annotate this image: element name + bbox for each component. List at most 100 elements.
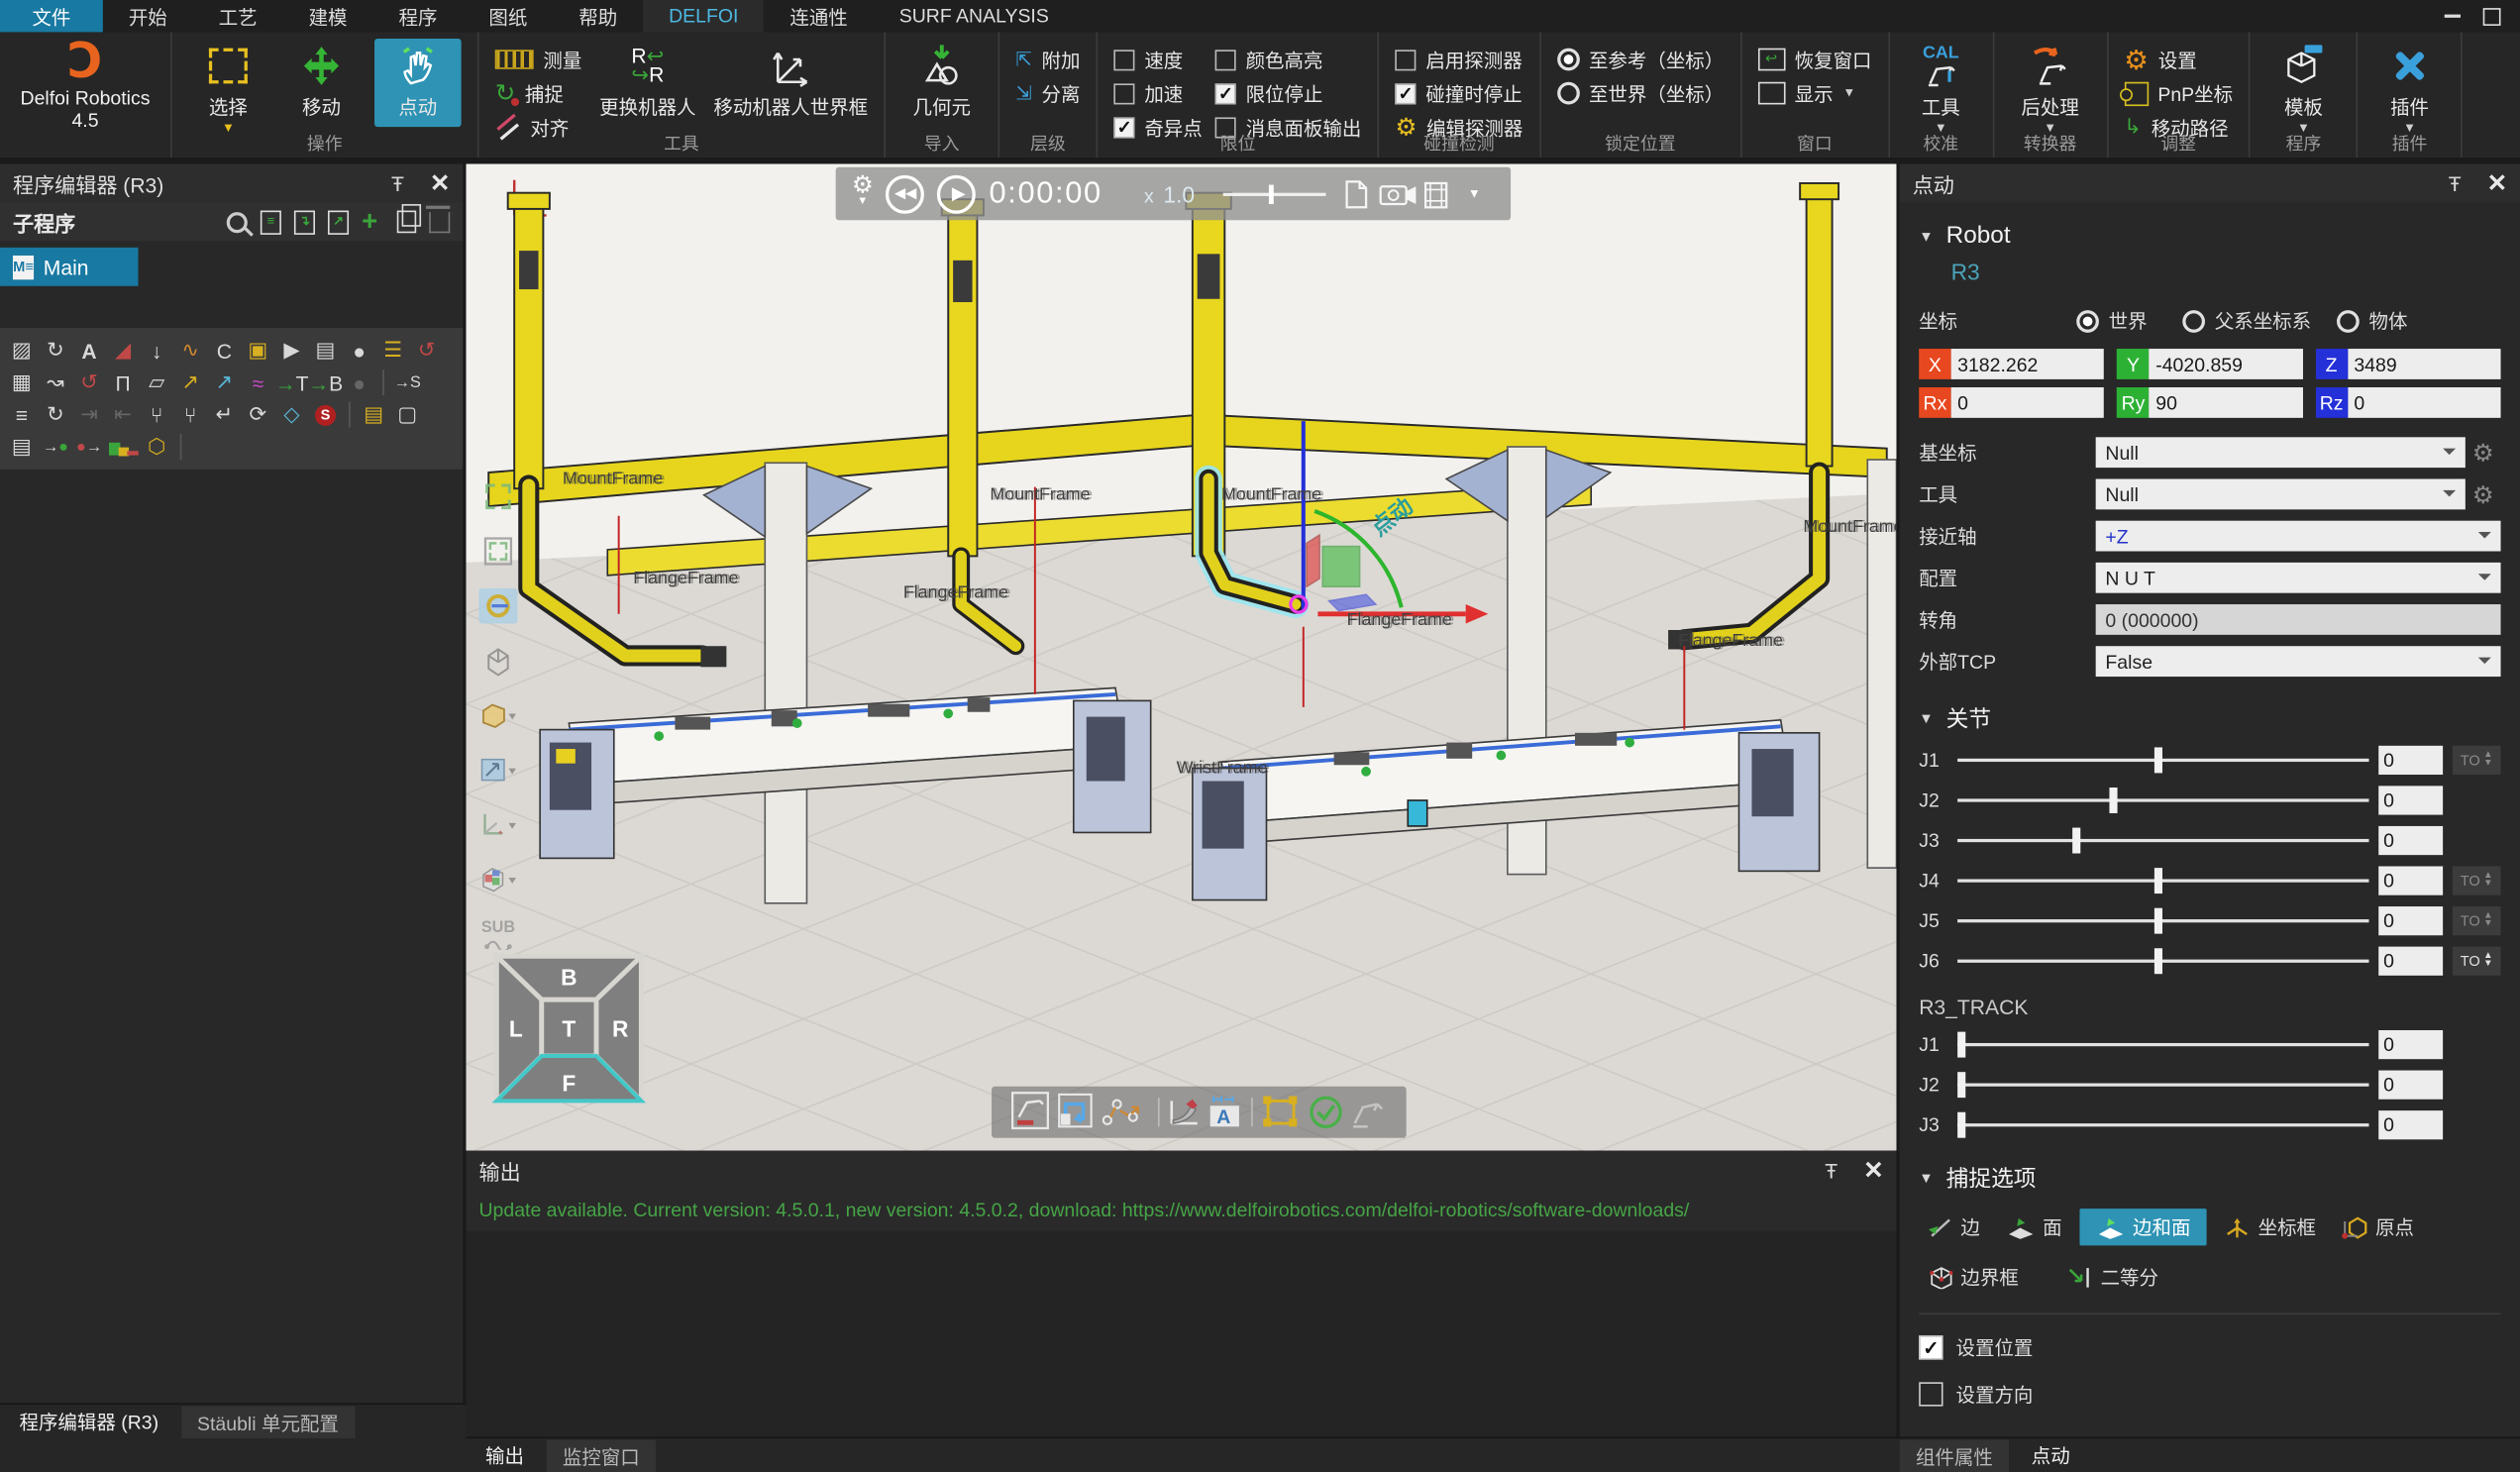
icon-path-stats[interactable]: ∿ <box>175 336 206 365</box>
rx-field[interactable]: Rx 0 <box>1919 387 2104 418</box>
j1-slider[interactable] <box>1957 746 2368 775</box>
icon-record[interactable]: ● <box>344 368 374 397</box>
speed-slider[interactable] <box>1223 182 1326 205</box>
snap-edge-button[interactable]: 边 <box>1919 1210 1988 1244</box>
icon-rotate-red[interactable]: ↺ <box>74 368 105 397</box>
search-icon[interactable] <box>227 211 248 232</box>
icon-input-signals[interactable]: →● <box>41 432 71 461</box>
measure-button[interactable]: 测量 <box>495 45 582 73</box>
icon-jump-move[interactable]: ↝ <box>41 368 71 397</box>
icon-equal[interactable]: ≡ <box>6 400 37 429</box>
output-message[interactable]: Update available. Current version: 4.5.0… <box>467 1190 1897 1231</box>
checkbox[interactable] <box>1215 49 1236 69</box>
close-icon[interactable]: ✕ <box>1863 1156 1883 1185</box>
checkbox[interactable] <box>1919 1335 1942 1359</box>
icon-refresh-route[interactable]: ↺ <box>411 336 442 365</box>
radio-parent[interactable] <box>2182 309 2205 332</box>
snap-bisect-button[interactable]: 二等分 <box>2058 1260 2166 1294</box>
maximize-icon[interactable] <box>2483 7 2501 25</box>
icon-document[interactable]: ▢ <box>392 400 423 429</box>
check-speed[interactable]: 速度 <box>1114 45 1203 73</box>
rz-field[interactable]: Rz 0 <box>2315 387 2500 418</box>
sub-curve-icon[interactable]: SUB <box>478 916 517 952</box>
icon-wait[interactable]: ◇ <box>276 400 307 429</box>
icon-stop[interactable]: S <box>310 400 341 429</box>
radio-object[interactable] <box>2337 309 2360 332</box>
track-j3-value[interactable]: 0 <box>2378 1110 2443 1139</box>
snap-face-button[interactable]: 面 <box>1998 1210 2070 1244</box>
icon-play-all[interactable]: ● <box>344 336 374 365</box>
j1-turns-spinner[interactable]: TO▲▼ <box>2453 746 2501 775</box>
rewind-button[interactable]: ◀◀ <box>887 174 925 213</box>
check-ok-icon[interactable] <box>1312 1098 1340 1126</box>
j4-value[interactable]: 0 <box>2378 867 2443 895</box>
slider-thumb[interactable] <box>2110 788 2118 813</box>
icon-macro[interactable]: ⬡ <box>142 432 172 461</box>
configuration-select[interactable]: N U T <box>2096 563 2501 593</box>
icon-frame-box[interactable]: ▣ <box>243 336 273 365</box>
attach-button[interactable]: ⇱ 附加 <box>1015 45 1080 73</box>
tab-monitor-window[interactable]: 监控窗口 <box>547 1440 656 1472</box>
icon-circular-move[interactable]: C <box>209 336 240 365</box>
settings-button[interactable]: ⚙ 设置 <box>2124 45 2233 73</box>
jog-button[interactable]: 点动 <box>374 39 462 127</box>
j5-value[interactable]: 0 <box>2378 906 2443 935</box>
icon-sync[interactable]: ⟳ <box>243 400 273 429</box>
check-color-highlight[interactable]: 颜色高亮 <box>1215 45 1362 73</box>
plane-chart-icon[interactable] <box>478 752 517 788</box>
icon-signal-doc[interactable]: →S <box>392 368 423 397</box>
track-j1-slider[interactable] <box>1957 1030 2368 1059</box>
j6-value[interactable]: 0 <box>2378 947 2443 976</box>
menu-drawing[interactable]: 图纸 <box>463 0 553 32</box>
fit-view-icon[interactable] <box>478 534 517 570</box>
menu-help[interactable]: 帮助 <box>553 0 643 32</box>
j6-turns-spinner[interactable]: TO▲▼ <box>2453 947 2501 976</box>
icon-spline-move[interactable]: ≈ <box>243 368 273 397</box>
icon-folder[interactable]: ▱ <box>142 368 172 397</box>
geometry-button[interactable]: 几何元 <box>901 39 982 121</box>
icon-loop-blue[interactable]: ↻ <box>41 336 71 365</box>
export-pdf-icon[interactable] <box>1347 181 1366 207</box>
icon-output-signals[interactable]: ●→ <box>74 432 105 461</box>
icon-return[interactable]: ↵ <box>209 400 240 429</box>
export-program-icon[interactable]: ↗ <box>328 210 349 234</box>
icon-loop-green[interactable]: ↻ <box>41 400 71 429</box>
playback-settings-button[interactable]: ⚙▼ <box>852 177 874 209</box>
icon-clipboard[interactable]: ▤ <box>359 400 389 429</box>
icon-conveyor[interactable]: ☰ <box>377 336 408 365</box>
y-position-field[interactable]: Y -4020.859 <box>2117 349 2302 379</box>
checkbox[interactable] <box>1215 83 1236 104</box>
track-j2-value[interactable]: 0 <box>2378 1071 2443 1100</box>
j1-value[interactable]: 0 <box>2378 746 2443 775</box>
plugins-button[interactable]: 插件▼ <box>2374 39 2445 134</box>
delete-icon[interactable] <box>429 211 450 232</box>
record-video-icon[interactable] <box>1381 185 1417 203</box>
menu-surf-analysis[interactable]: SURF ANALYSIS <box>874 0 1075 32</box>
track-j1-value[interactable]: 0 <box>2378 1030 2443 1059</box>
j5-slider[interactable] <box>1957 906 2368 935</box>
menu-delfoi[interactable]: DELFOI <box>643 0 764 32</box>
gear-icon[interactable]: ⚙ <box>2466 438 2501 467</box>
move-robot-world-frame-button[interactable]: 移动机器人世界框 <box>713 39 868 121</box>
tab-staubli-cell-config[interactable]: Stäubli 单元配置 <box>181 1407 355 1438</box>
import-program-icon[interactable]: ↴ <box>294 210 315 234</box>
radio-icon[interactable] <box>1556 82 1579 105</box>
menu-process[interactable]: 工艺 <box>193 0 283 32</box>
slider-thumb[interactable] <box>1957 1032 1965 1058</box>
expand-view-icon[interactable] <box>478 478 517 514</box>
checkbox[interactable] <box>1919 1382 1942 1406</box>
check-stop-on-collision[interactable]: 碰撞时停止 <box>1395 79 1522 108</box>
check-enable-detector[interactable]: 启用探测器 <box>1395 45 1522 73</box>
check-limit-stop[interactable]: 限位停止 <box>1215 79 1362 108</box>
tool-select[interactable]: Null <box>2096 478 2466 509</box>
menu-program[interactable]: 程序 <box>373 0 464 32</box>
pnp-coords-button[interactable]: PnP坐标 <box>2124 79 2233 108</box>
j2-slider[interactable] <box>1957 786 2368 814</box>
template-button[interactable]: 模板▼ <box>2266 39 2341 134</box>
base-frame-select[interactable]: Null <box>2096 437 2466 468</box>
display-button[interactable]: 显示▼ <box>1757 79 1871 108</box>
wire-cube-icon[interactable] <box>478 643 517 679</box>
slider-thumb[interactable] <box>1957 1072 1965 1098</box>
slider-thumb[interactable] <box>2155 868 2163 894</box>
menu-start[interactable]: 开始 <box>103 0 193 32</box>
